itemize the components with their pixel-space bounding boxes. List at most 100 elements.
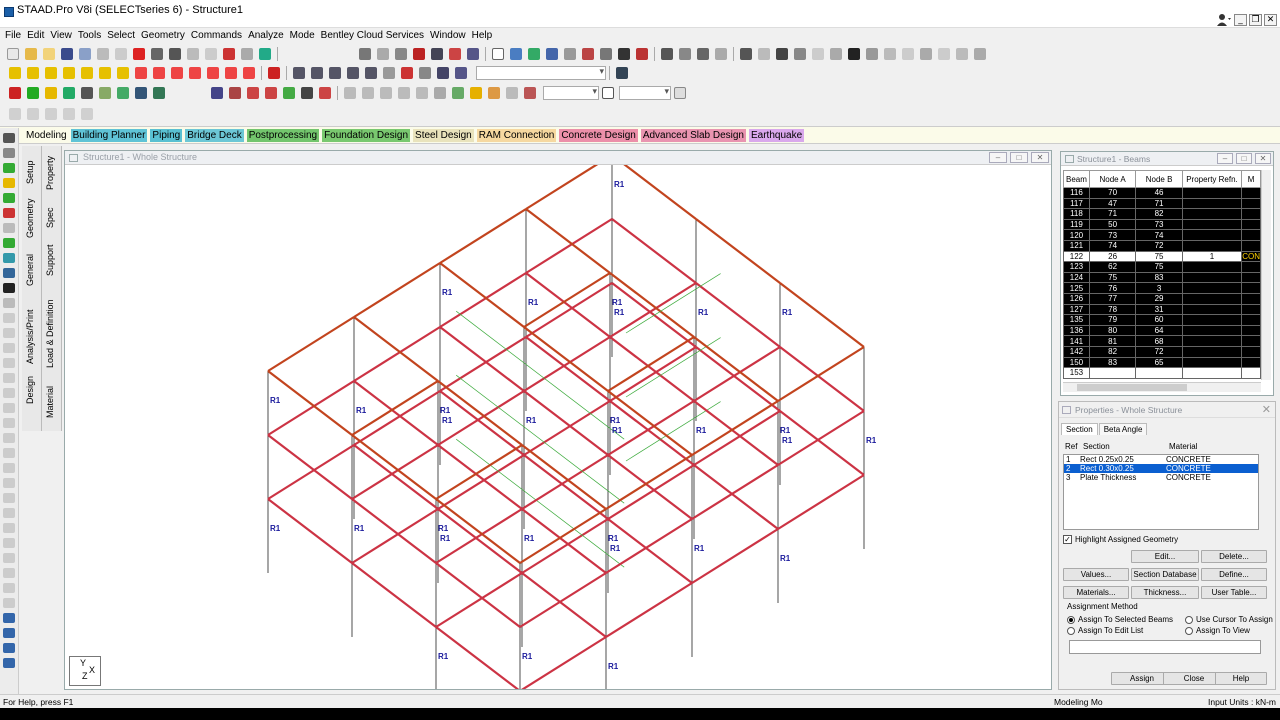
tool-icon[interactable] [27, 108, 39, 120]
delete-icon[interactable] [133, 48, 145, 60]
beams-table[interactable]: Beam Node A Node B Property Refn. M 116 7… [1063, 170, 1261, 379]
table-cell[interactable] [1181, 367, 1243, 379]
tool-icon[interactable] [3, 478, 15, 488]
menu-help[interactable]: Help [472, 28, 499, 44]
tool-icon[interactable] [3, 388, 15, 398]
beam-member[interactable] [353, 444, 439, 510]
tool-icon[interactable] [452, 87, 464, 99]
table-cell[interactable] [1241, 197, 1261, 210]
tool-icon[interactable] [3, 463, 15, 473]
table-cell[interactable] [1181, 229, 1243, 241]
tool-icon[interactable] [830, 48, 842, 60]
table-cell[interactable] [1181, 356, 1243, 369]
tool-icon[interactable] [506, 87, 518, 99]
tool-icon[interactable] [3, 583, 15, 593]
table-cell[interactable]: 62 [1088, 261, 1137, 273]
tool-icon[interactable] [117, 87, 129, 99]
table-cell[interactable] [1181, 218, 1243, 231]
values-button[interactable]: Values... [1063, 568, 1129, 581]
tool-icon[interactable] [884, 48, 896, 60]
tool-icon[interactable] [99, 87, 111, 99]
table-cell[interactable]: 29 [1135, 292, 1183, 305]
table-cell[interactable] [1181, 345, 1243, 358]
tool-icon[interactable] [3, 508, 15, 518]
close-icon[interactable]: ✕ [1264, 14, 1277, 26]
help-icon[interactable] [616, 67, 628, 79]
view-back-icon[interactable] [27, 67, 39, 79]
table-cell[interactable] [1241, 271, 1261, 284]
text-cursor-icon[interactable] [848, 48, 860, 60]
tool-icon[interactable] [528, 48, 540, 60]
highlight-assigned-checkbox[interactable]: ✓ Highlight Assigned Geometry [1063, 535, 1178, 544]
tool-icon[interactable] [380, 87, 392, 99]
beam-member[interactable] [351, 498, 437, 564]
secondary-beam-member[interactable] [455, 310, 625, 440]
table-cell[interactable] [1181, 239, 1243, 252]
table-cell[interactable]: 83 [1088, 356, 1137, 369]
table-cell[interactable]: 141 [1063, 335, 1090, 347]
value-input[interactable] [619, 86, 671, 100]
tool-icon[interactable] [319, 87, 331, 99]
tool-icon[interactable] [3, 493, 15, 503]
table-cell[interactable]: 64 [1135, 324, 1183, 337]
beam-member[interactable] [520, 636, 607, 689]
tool-icon[interactable] [3, 403, 15, 413]
table-cell[interactable] [1241, 292, 1261, 305]
table-cell[interactable] [1135, 367, 1183, 379]
beam-member[interactable] [607, 454, 693, 520]
tool-icon[interactable] [265, 87, 277, 99]
tool-icon[interactable] [715, 48, 727, 60]
preview-icon[interactable] [377, 48, 389, 60]
menu-window[interactable]: Window [430, 28, 472, 44]
table-cell[interactable]: 76 [1088, 282, 1137, 294]
zoom-icon[interactable] [383, 67, 395, 79]
magnify-icon[interactable] [437, 67, 449, 79]
table-row[interactable]: 127 78 31 [1063, 303, 1261, 316]
selection-combo[interactable] [543, 86, 599, 100]
beam-member[interactable] [521, 572, 607, 638]
table-cell[interactable]: 80 [1088, 324, 1137, 337]
table-cell[interactable]: 65 [1135, 356, 1183, 369]
menu-mode[interactable]: Mode [290, 28, 321, 44]
tool-icon[interactable] [3, 358, 15, 368]
list-item[interactable]: 3 Plate Thickness CONCRETE [1064, 473, 1258, 482]
beam-member[interactable] [439, 262, 525, 328]
table-cell[interactable]: 79 [1088, 314, 1137, 326]
tool-icon[interactable] [758, 48, 770, 60]
maximize-icon[interactable]: □ [1010, 152, 1028, 163]
beam-member[interactable] [267, 370, 353, 436]
table-cell[interactable]: 31 [1135, 303, 1183, 316]
table-cell[interactable] [1181, 335, 1243, 347]
table-cell[interactable] [1181, 282, 1243, 294]
beam-member[interactable] [435, 562, 521, 628]
minimize-icon[interactable]: _ [1234, 14, 1247, 26]
table-cell[interactable]: 136 [1063, 324, 1090, 337]
table-cell[interactable]: 82 [1135, 208, 1183, 220]
table-cell[interactable]: 135 [1063, 314, 1090, 326]
help-button[interactable]: Help [1215, 672, 1267, 685]
maximize-icon[interactable]: □ [1236, 153, 1252, 164]
beam-member[interactable] [353, 262, 441, 318]
table-row[interactable]: 126 77 29 [1063, 292, 1261, 305]
beam-member[interactable] [523, 326, 609, 392]
table-cell[interactable]: 77 [1088, 292, 1137, 305]
tool-icon[interactable] [812, 48, 824, 60]
tool-icon[interactable] [63, 87, 75, 99]
table-cell[interactable]: 74 [1135, 229, 1183, 241]
table-cell[interactable] [1181, 271, 1243, 284]
tool-icon[interactable] [866, 48, 878, 60]
beam-member[interactable] [609, 336, 695, 402]
tool-icon[interactable] [3, 643, 15, 653]
table-cell[interactable]: 3 [1135, 282, 1183, 294]
page-tab-piping[interactable]: Piping [150, 128, 183, 142]
table-cell[interactable] [1181, 303, 1243, 316]
page-tab-postprocessing[interactable]: Postprocessing [246, 128, 320, 142]
tool-icon[interactable] [679, 48, 691, 60]
view-left-icon[interactable] [45, 67, 57, 79]
tool-icon[interactable] [398, 87, 410, 99]
close-icon[interactable]: ✕ [1031, 152, 1049, 163]
view-front-icon[interactable] [9, 67, 21, 79]
table-row[interactable]: 119 50 73 [1063, 218, 1261, 231]
minimize-icon[interactable]: – [989, 152, 1007, 163]
table-cell[interactable]: 126 [1063, 292, 1090, 305]
